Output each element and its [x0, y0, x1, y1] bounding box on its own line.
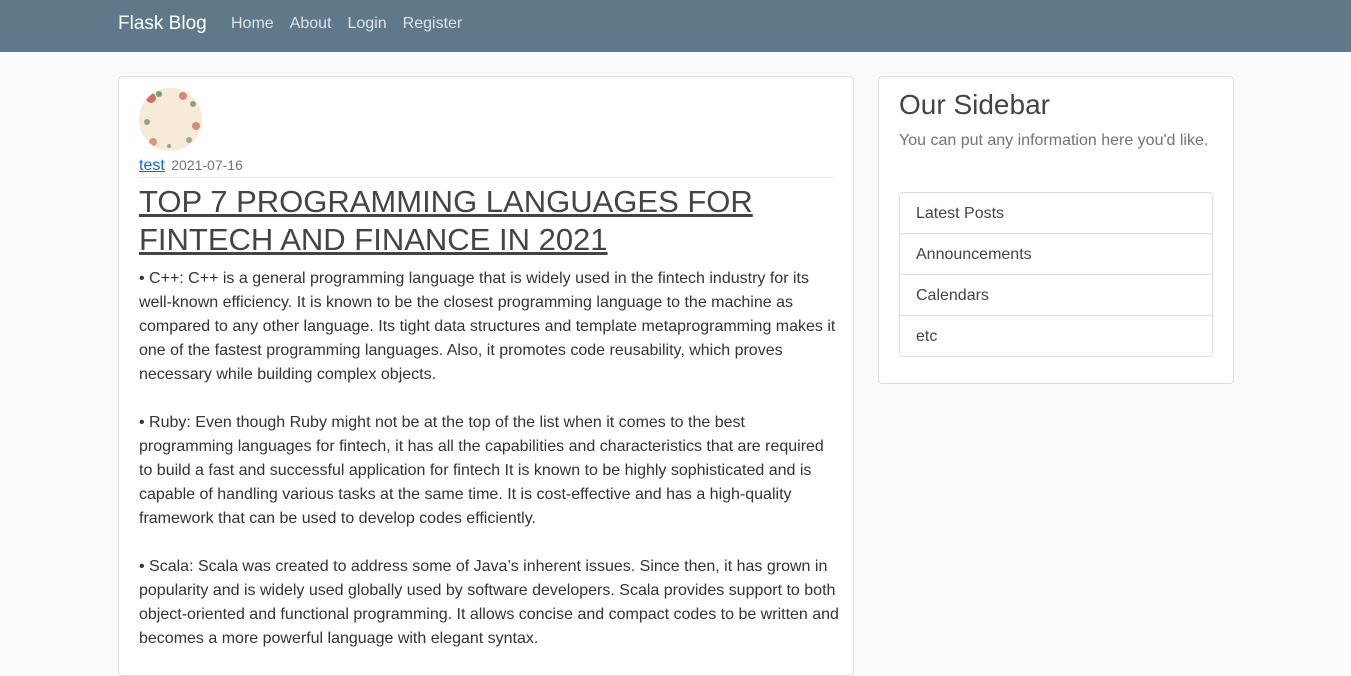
author-link[interactable]: test: [139, 157, 165, 174]
post-title-link[interactable]: TOP 7 PROGRAMMING LANGUAGES FOR FINTECH …: [139, 183, 829, 259]
nav-login-link[interactable]: Login: [348, 14, 387, 34]
nav-register-link[interactable]: Register: [403, 14, 463, 34]
nav-links: Home About Login Register: [231, 14, 478, 34]
post-paragraph: • C++: C++ is a general programming lang…: [139, 270, 836, 383]
post-date: 2021-07-16: [171, 157, 243, 173]
author-avatar: [139, 88, 202, 151]
nav-about-link[interactable]: About: [290, 14, 332, 34]
sidebar-card: Our Sidebar You can put any information …: [878, 76, 1234, 384]
brand-logo-link[interactable]: Flask Blog: [118, 12, 207, 36]
sidebar-item-etc[interactable]: etc: [900, 316, 1212, 356]
avatar-floral-image: [139, 88, 202, 151]
post-paragraph: • Scala: Scala was created to address so…: [139, 558, 839, 647]
sidebar-item-announcements[interactable]: Announcements: [900, 234, 1212, 275]
post-content: • C++: C++ is a general programming lang…: [139, 267, 839, 675]
post-meta: test 2021-07-16: [139, 155, 833, 178]
sidebar-item-latest-posts[interactable]: Latest Posts: [900, 193, 1212, 234]
sidebar-list: Latest Posts Announcements Calendars etc: [899, 192, 1213, 357]
nav-home-link[interactable]: Home: [231, 14, 274, 34]
sidebar-item-calendars[interactable]: Calendars: [900, 275, 1212, 316]
post-paragraph: • Ruby: Even though Ruby might not be at…: [139, 414, 824, 527]
sidebar-title: Our Sidebar: [899, 89, 1050, 120]
sidebar-description: You can put any information here you'd l…: [899, 132, 1209, 149]
post-card: test 2021-07-16 TOP 7 PROGRAMMING LANGUA…: [118, 76, 854, 676]
top-navbar: Flask Blog Home About Login Register: [0, 0, 1351, 52]
